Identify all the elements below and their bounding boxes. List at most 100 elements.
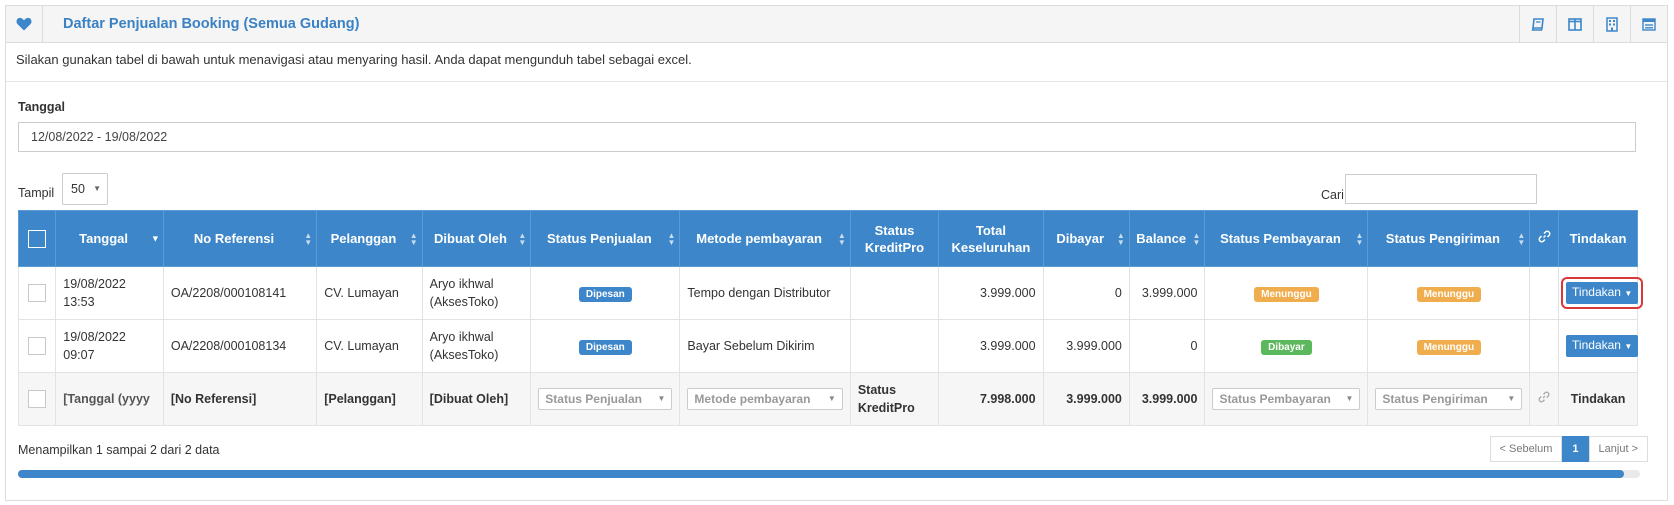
tindakan-button-label: Tindakan <box>1572 285 1621 299</box>
filter-status-penjualan[interactable]: Status Penjualan ▼ <box>538 388 673 410</box>
col-dibayar[interactable]: Dibayar ▲ ▼ <box>1042 210 1130 267</box>
book-icon[interactable] <box>1519 6 1556 42</box>
cell-status-penjualan: Dipesan <box>530 266 681 320</box>
col-balance[interactable]: Balance ▲ ▼ <box>1128 210 1206 267</box>
col-balance-label: Balance <box>1136 231 1187 246</box>
link-icon <box>1538 230 1551 243</box>
row-select-cell <box>17 266 57 320</box>
col-status-penjualan[interactable]: Status Penjualan ▲ ▼ <box>530 210 681 267</box>
next-page-button[interactable]: Lanjut > <box>1588 436 1648 462</box>
footer-select-cell <box>17 372 57 426</box>
filter-status-penjualan-cell: Status Penjualan ▼ <box>530 372 681 426</box>
col-tindakan-label: Tindakan <box>1569 231 1627 246</box>
cell-tindakan: Tindakan ▼ <box>1558 266 1644 320</box>
pagination: < Sebelum 1 Lanjut > <box>1489 436 1648 462</box>
sort-desc-icon: ▼ <box>150 233 160 243</box>
col-dibuat-oleh-label: Dibuat Oleh <box>434 231 507 246</box>
page-title: Daftar Penjualan Booking (Semua Gudang) <box>63 16 360 32</box>
sort-icon: ▲ ▼ <box>1192 230 1201 247</box>
search-label: Cari <box>1321 188 1344 202</box>
select-all-cell <box>17 210 57 267</box>
col-status-penjualan-label: Status Penjualan <box>546 231 652 246</box>
cell-status-pembayaran: Menunggu <box>1204 266 1369 320</box>
sort-icon: ▲ ▼ <box>1517 230 1526 247</box>
status-badge: Menunggu <box>1416 340 1482 355</box>
col-metode-label: Metode pembayaran <box>696 231 822 246</box>
cell-kreditpro <box>849 319 940 373</box>
columns-icon[interactable] <box>1556 6 1593 42</box>
col-kreditpro-label: Status KreditPro <box>864 222 925 255</box>
page-1-button[interactable]: 1 <box>1562 436 1589 462</box>
col-status-pengiriman[interactable]: Status Pengiriman ▲ ▼ <box>1367 210 1531 267</box>
sort-icon: ▲ ▼ <box>667 230 676 247</box>
filter-status-pengiriman-label: Status Pengiriman <box>1382 392 1488 406</box>
col-tanggal[interactable]: Tanggal ▼ <box>55 210 164 267</box>
tindakan-button-label: Tindakan <box>1572 338 1621 352</box>
cell-total: 3.999.000 <box>938 319 1044 373</box>
cell-no-referensi: OA/2208/000108134 <box>162 319 318 373</box>
footer-attachment <box>1529 372 1560 426</box>
footer-tindakan: Tindakan <box>1558 372 1638 426</box>
cell-tindakan: Tindakan ▼ <box>1558 319 1639 373</box>
table-row[interactable]: 19/08/2022 09:07 OA/2208/000108134 CV. L… <box>17 319 1639 373</box>
cell-metode: Tempo dengan Distributor <box>679 266 851 320</box>
link-icon <box>1538 391 1550 403</box>
filter-status-pembayaran[interactable]: Status Pembayaran ▼ <box>1212 388 1361 410</box>
status-badge: Menunggu <box>1416 287 1482 302</box>
col-dibuat-oleh[interactable]: Dibuat Oleh ▲ ▼ <box>421 210 532 267</box>
row-checkbox[interactable] <box>28 284 47 303</box>
col-total: Total Keseluruhan <box>938 210 1044 267</box>
col-status-kreditpro: Status KreditPro <box>849 210 940 267</box>
building-icon[interactable] <box>1593 6 1630 42</box>
table-row[interactable]: 19/08/2022 13:53 OA/2208/000108141 CV. L… <box>17 266 1644 320</box>
show-entries-select[interactable]: 50 ▼ <box>62 173 108 205</box>
cell-status-pengiriman: Menunggu <box>1367 319 1531 373</box>
filter-dibuat-oleh[interactable]: [Dibuat Oleh] <box>421 372 532 426</box>
col-attachment <box>1529 210 1560 267</box>
footer-checkbox[interactable] <box>28 390 47 409</box>
filter-status-pengiriman[interactable]: Status Pengiriman ▼ <box>1375 388 1523 410</box>
col-status-pembayaran-label: Status Pembayaran <box>1220 231 1341 246</box>
sort-icon: ▲ ▼ <box>409 230 418 247</box>
filter-no-referensi[interactable]: [No Referensi] <box>162 372 318 426</box>
scrollbar-thumb[interactable] <box>18 470 1624 478</box>
col-no-referensi-label: No Referensi <box>193 231 275 246</box>
show-entries-label: Tampil <box>18 186 55 200</box>
footer-balance: 3.999.000 <box>1128 372 1206 426</box>
filter-metode-cell: Metode pembayaran ▼ <box>679 372 851 426</box>
col-pelanggan[interactable]: Pelanggan ▲ ▼ <box>316 210 423 267</box>
tindakan-button[interactable]: Tindakan ▼ <box>1566 282 1639 304</box>
filter-tanggal[interactable]: [Tanggal (yyyy <box>55 372 164 426</box>
search-input[interactable] <box>1345 174 1537 204</box>
filter-kreditpro[interactable]: Status KreditPro <box>849 372 940 426</box>
col-status-pembayaran[interactable]: Status Pembayaran ▲ ▼ <box>1204 210 1369 267</box>
date-filter-label: Tanggal <box>18 100 65 114</box>
status-badge: Menunggu <box>1254 287 1319 302</box>
cell-attachment <box>1529 266 1560 320</box>
cell-total: 3.999.000 <box>938 266 1044 320</box>
sort-icon: ▲ ▼ <box>1355 230 1364 247</box>
sort-icon: ▲ ▼ <box>304 230 313 247</box>
tindakan-button[interactable]: Tindakan ▼ <box>1566 335 1639 357</box>
filter-pelanggan[interactable]: [Pelanggan] <box>316 372 423 426</box>
date-range-input[interactable] <box>18 122 1636 152</box>
filter-metode-pembayaran[interactable]: Metode pembayaran ▼ <box>687 388 843 410</box>
highlighted-action-wrapper: Tindakan ▼ <box>1561 277 1644 309</box>
cell-status-pengiriman: Menunggu <box>1367 266 1531 320</box>
filter-status-pengiriman-cell: Status Pengiriman ▼ <box>1367 372 1531 426</box>
col-no-referensi[interactable]: No Referensi ▲ ▼ <box>162 210 318 267</box>
horizontal-scrollbar[interactable] <box>18 470 1640 478</box>
list-icon[interactable] <box>1630 6 1667 42</box>
status-badge: Dibayar <box>1261 340 1312 355</box>
cell-kreditpro <box>849 266 940 320</box>
prev-page-button[interactable]: < Sebelum <box>1489 436 1563 462</box>
cell-balance: 3.999.000 <box>1128 266 1206 320</box>
sort-icon: ▲ ▼ <box>1116 230 1125 247</box>
sort-icon: ▲ ▼ <box>518 230 527 247</box>
col-dibayar-label: Dibayar <box>1056 231 1105 246</box>
select-all-checkbox[interactable] <box>28 229 47 248</box>
row-checkbox[interactable] <box>28 337 47 356</box>
filter-tanggal-placeholder: [Tanggal (yyyy <box>63 392 150 406</box>
col-metode-pembayaran[interactable]: Metode pembayaran ▲ ▼ <box>679 210 851 267</box>
heart-icon <box>6 6 43 42</box>
